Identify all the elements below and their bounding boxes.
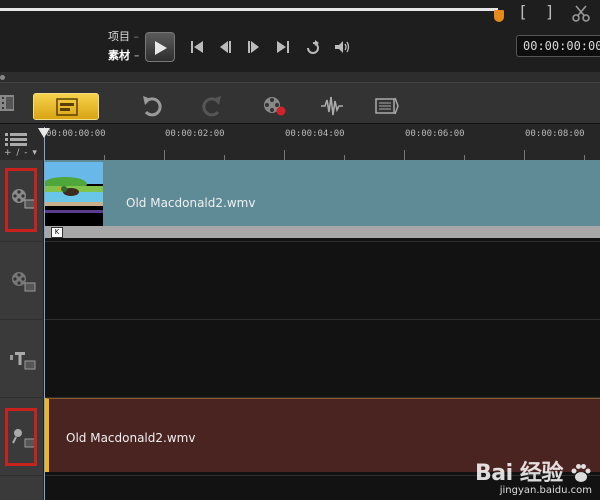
- auto-music-icon[interactable]: [375, 95, 399, 117]
- ruler-tick: [164, 150, 165, 160]
- redo-icon[interactable]: [200, 95, 224, 117]
- ruler-tick-label: 00:00:00:00: [46, 129, 106, 139]
- scissors-icon[interactable]: [571, 3, 591, 23]
- clip-mode-label[interactable]: 素材 –: [108, 47, 139, 63]
- scrubber-handle[interactable]: [494, 10, 504, 22]
- volume-icon[interactable]: [333, 38, 351, 56]
- highlight-box: [5, 408, 37, 466]
- scrubber-track[interactable]: [0, 8, 498, 11]
- overlay-track-icon: [12, 272, 36, 292]
- project-mode-text: 项目: [108, 30, 130, 43]
- video-track: Old Macdonald2.wmv K: [0, 160, 600, 242]
- ruler-tick: [524, 150, 525, 160]
- playhead-handle[interactable]: [38, 128, 50, 138]
- ruler-tick-label: 00:00:06:00: [405, 129, 465, 139]
- ruler-tick: [284, 150, 285, 160]
- timecode-display[interactable]: 00:00:00:00: [516, 35, 600, 57]
- record-capture-icon[interactable]: [262, 95, 286, 117]
- overlay-track-header[interactable]: [0, 242, 44, 319]
- repeat-icon[interactable]: [304, 38, 322, 56]
- skip-to-end-icon[interactable]: [274, 38, 292, 56]
- video-clip[interactable]: [45, 160, 600, 226]
- keyframe-marker: K: [51, 227, 63, 238]
- mark-out-button[interactable]: ]: [545, 2, 555, 21]
- timeline-ruler[interactable]: + / - ▾ 00:00:00:00 00:00:02:00 00:00:04…: [0, 124, 600, 161]
- project-mode-label[interactable]: 项目 –: [108, 28, 139, 44]
- video-clip-name: Old Macdonald2.wmv: [126, 196, 256, 210]
- track-manager-icon[interactable]: [5, 132, 27, 146]
- undo-icon[interactable]: [140, 95, 164, 117]
- title-track: [0, 320, 600, 398]
- clip-mode-text: 素材: [108, 49, 130, 62]
- title-track-icon: [10, 352, 36, 370]
- play-button[interactable]: [145, 32, 175, 62]
- add-remove-track-button[interactable]: + / - ▾: [4, 148, 38, 158]
- video-clip-attribute-strip: K: [45, 226, 600, 238]
- step-forward-icon[interactable]: [245, 38, 263, 56]
- mark-in-button[interactable]: [: [518, 2, 528, 21]
- playhead-line[interactable]: [44, 127, 45, 500]
- audio-clip-name: Old Macdonald2.wmv: [66, 431, 196, 445]
- overlay-track: [0, 242, 600, 320]
- preview-panel: [ ] 项目 – 素材 – 00:00:00:00: [0, 0, 600, 72]
- highlight-box: [5, 168, 37, 232]
- step-back-icon[interactable]: [216, 38, 234, 56]
- ruler-scale[interactable]: 00:00:00:00 00:00:02:00 00:00:04:00 00:0…: [44, 124, 600, 161]
- ruler-tick-label: 00:00:04:00: [285, 129, 345, 139]
- skip-to-start-icon[interactable]: [188, 38, 206, 56]
- music-track-header[interactable]: [0, 476, 44, 500]
- timeline-view-button[interactable]: [33, 93, 99, 120]
- ruler-tick: [404, 150, 405, 160]
- divider-grip: [0, 75, 5, 80]
- timeline-view-icon: [56, 98, 78, 116]
- title-track-header[interactable]: [0, 320, 44, 397]
- play-icon: [155, 41, 167, 55]
- clip-thumbnail: [45, 162, 103, 226]
- baidu-paw-icon: [571, 464, 591, 482]
- sound-mixer-icon[interactable]: [320, 95, 344, 117]
- storyboard-view-icon[interactable]: [0, 93, 14, 113]
- panel-divider[interactable]: [0, 72, 600, 82]
- watermark-logo: Bai 经验: [475, 455, 592, 487]
- ruler-tick-label: 00:00:08:00: [525, 129, 585, 139]
- timeline-toolbar: [0, 82, 600, 124]
- watermark-logo-text: Bai 经验: [475, 461, 563, 486]
- baidu-jingyan-watermark: Bai 经验 jingyan.baidu.com: [475, 455, 592, 496]
- ruler-tick-label: 00:00:02:00: [165, 129, 225, 139]
